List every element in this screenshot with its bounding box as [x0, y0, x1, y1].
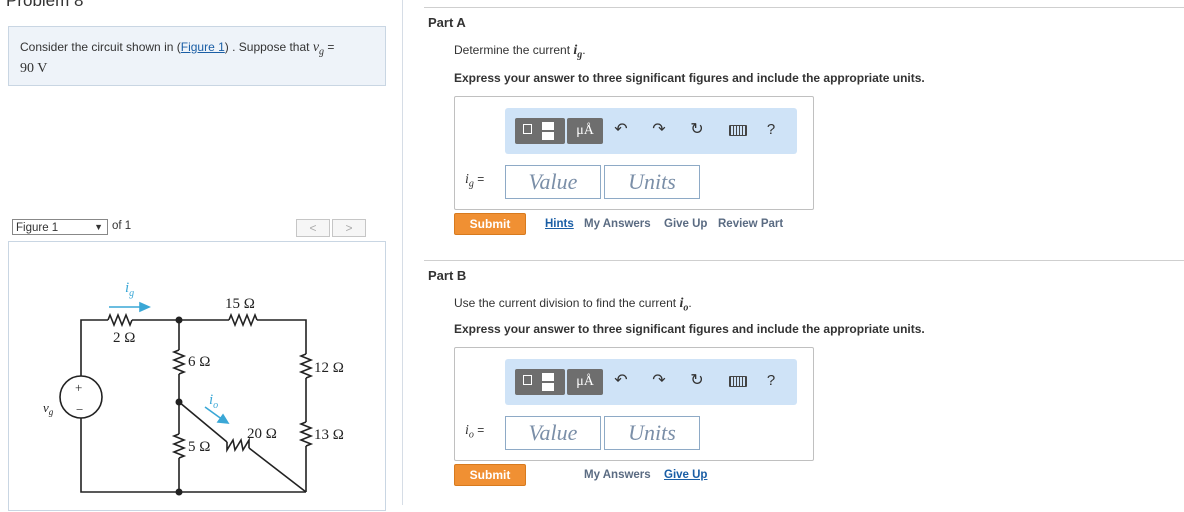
part-a-value-input[interactable]: Value: [505, 165, 601, 199]
template-icon[interactable]: [515, 369, 565, 395]
var-label-sub: o: [468, 429, 474, 441]
label-r13: 13 Ω: [314, 427, 344, 443]
resistor-20-ohm: [226, 437, 250, 453]
label-vg: vg: [43, 400, 54, 417]
template-box: [542, 383, 554, 391]
equals-sign: =: [477, 172, 485, 186]
wire: [80, 319, 108, 376]
intro-text: Consider the circuit shown in (Figure 1)…: [20, 39, 380, 77]
var-label-sub: g: [468, 178, 474, 190]
part-a-prompt: Determine the current ig.: [454, 43, 586, 60]
part-b-var-label: io =: [465, 423, 484, 440]
node-dot: [175, 398, 183, 406]
template-icon[interactable]: [515, 118, 565, 144]
intro-value: 90 V: [20, 61, 48, 77]
part-a-toolbar: μÅ ↶ ↷ ↻ ?: [505, 108, 797, 154]
divider: [424, 7, 1184, 8]
undo-icon[interactable]: ↶: [611, 120, 631, 140]
arrow-head: [216, 413, 230, 424]
part-a-instruction: Express your answer to three significant…: [454, 71, 925, 85]
part-b-title: Part B: [428, 268, 467, 283]
reset-icon[interactable]: ↻: [687, 371, 707, 391]
prompt-text: Determine the current: [454, 43, 574, 57]
figure-select[interactable]: Figure 1 ▼: [12, 219, 108, 235]
label-io: io: [209, 392, 218, 411]
prompt-end: .: [688, 296, 692, 310]
divider: [424, 260, 1184, 261]
prompt-text: Use the current division to find the cur…: [454, 296, 680, 310]
resistor-5-ohm: [171, 433, 187, 459]
part-b-value-input[interactable]: Value: [505, 416, 601, 450]
figure-select-value: Figure 1: [16, 222, 59, 234]
resistor-6-ohm: [171, 349, 187, 375]
resistor-2-ohm: [107, 312, 133, 328]
problem-title: Problem 8: [6, 0, 84, 10]
template-box: [542, 132, 554, 140]
figure-link[interactable]: Figure 1: [181, 40, 225, 54]
give-up-link[interactable]: Give Up: [664, 469, 707, 481]
part-a-var-label: ig =: [465, 172, 484, 189]
keyboard-icon[interactable]: [729, 125, 747, 136]
redo-icon[interactable]: ↷: [649, 371, 669, 391]
my-answers-link[interactable]: My Answers: [584, 218, 651, 230]
node-dot: [175, 316, 183, 324]
intro-text-part: Consider the circuit shown in (: [20, 40, 181, 54]
intro-equals: =: [324, 40, 335, 54]
help-icon[interactable]: ?: [761, 120, 781, 140]
prompt-end: .: [582, 43, 586, 57]
template-box: [542, 122, 554, 130]
chevron-down-icon: ▼: [94, 222, 103, 232]
figure-count: of 1: [112, 220, 132, 232]
units-button[interactable]: μÅ: [567, 369, 603, 395]
hints-link[interactable]: Hints: [545, 218, 574, 230]
part-b-instruction: Express your answer to three significant…: [454, 322, 925, 336]
plus-sign: +: [75, 380, 82, 395]
circuit-diagram: ig 2 Ω 15 Ω 6 Ω 12 Ω io 20 Ω 13 Ω 5 Ω vg…: [43, 280, 344, 496]
part-a-answer-box: μÅ ↶ ↷ ↻ ? ig = Value Units: [454, 96, 814, 210]
label-r6: 6 Ω: [188, 354, 210, 370]
part-b-prompt: Use the current division to find the cur…: [454, 296, 692, 313]
node-dot: [175, 488, 183, 496]
keyboard-icon[interactable]: [729, 376, 747, 387]
intro-box: Consider the circuit shown in (Figure 1)…: [8, 26, 386, 86]
arrow-head: [139, 301, 151, 313]
next-figure-button[interactable]: >: [332, 219, 366, 237]
label-r20: 20 Ω: [247, 426, 277, 442]
wire: [257, 319, 307, 354]
part-b-units-input[interactable]: Units: [604, 416, 700, 450]
review-part-link[interactable]: Review Part: [718, 218, 783, 230]
template-box: [523, 124, 532, 134]
template-box: [542, 373, 554, 381]
reset-icon[interactable]: ↻: [687, 120, 707, 140]
figure-nav-bar: Figure 1 ▼ of 1 < >: [8, 217, 386, 239]
help-icon[interactable]: ?: [761, 371, 781, 391]
resistor-13-ohm: [298, 421, 314, 447]
undo-icon[interactable]: ↶: [611, 371, 631, 391]
label-r5: 5 Ω: [188, 439, 210, 455]
part-b-toolbar: μÅ ↶ ↷ ↻ ?: [505, 359, 797, 405]
minus-sign: −: [76, 402, 83, 417]
wire: [248, 447, 307, 493]
part-a-submit-button[interactable]: Submit: [454, 213, 526, 235]
give-up-link[interactable]: Give Up: [664, 218, 707, 230]
column-divider: [402, 0, 403, 505]
part-b-submit-button[interactable]: Submit: [454, 464, 526, 486]
template-box: [523, 375, 532, 385]
equals-sign: =: [477, 423, 485, 437]
my-answers-link[interactable]: My Answers: [584, 469, 651, 481]
prev-figure-button[interactable]: <: [296, 219, 330, 237]
label-r12: 12 Ω: [314, 360, 344, 376]
label-r15: 15 Ω: [225, 296, 255, 312]
resistor-15-ohm: [228, 312, 258, 328]
part-a-title: Part A: [428, 15, 466, 30]
redo-icon[interactable]: ↷: [649, 120, 669, 140]
label-ig: ig: [125, 280, 134, 299]
label-r2: 2 Ω: [113, 330, 135, 346]
intro-text-part: ) . Suppose that: [224, 40, 313, 54]
part-a-units-input[interactable]: Units: [604, 165, 700, 199]
units-button[interactable]: μÅ: [567, 118, 603, 144]
figure-panel: ig 2 Ω 15 Ω 6 Ω 12 Ω io 20 Ω 13 Ω 5 Ω vg…: [8, 241, 386, 511]
part-b-answer-box: μÅ ↶ ↷ ↻ ? io = Value Units: [454, 347, 814, 461]
resistor-12-ohm: [298, 353, 314, 379]
